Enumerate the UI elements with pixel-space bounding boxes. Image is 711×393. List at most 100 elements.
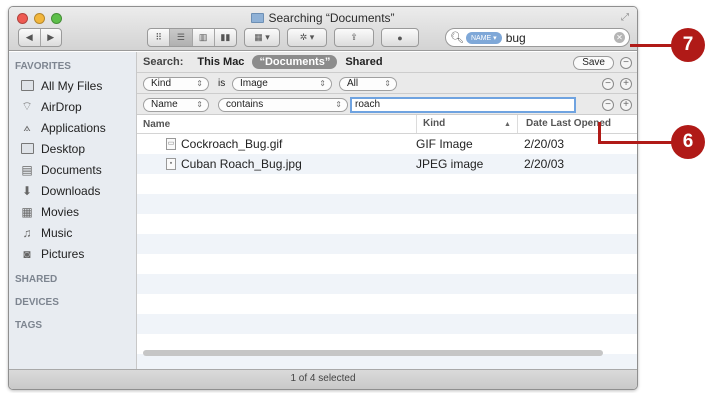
file-kind: JPEG image — [416, 157, 484, 171]
sidebar-item-label: Desktop — [41, 141, 86, 156]
sidebar-item-all-my-files[interactable]: All My Files — [9, 75, 136, 96]
share-button[interactable]: ⇪ — [334, 28, 374, 47]
popup-arrows-icon: ⇕ — [196, 79, 203, 88]
empty-row — [137, 254, 637, 274]
search-scope-label: Search: — [143, 56, 184, 68]
remove-rule-icon[interactable]: − — [602, 99, 614, 111]
forward-button[interactable]: ▶ — [41, 32, 62, 43]
search-token-name[interactable]: NAME ▾ — [466, 31, 502, 44]
sidebar-header-devices[interactable]: DEVICES — [9, 295, 136, 311]
search-scope-bar: Search: This Mac “Documents” Shared Save… — [137, 52, 637, 73]
table-row[interactable]: ▪ Cuban Roach_Bug.jpg JPEG image 2/20/03 — [137, 154, 637, 174]
callout-7-leader — [630, 44, 675, 47]
sidebar-item-airdrop[interactable]: ⌔ AirDrop — [9, 96, 136, 117]
music-icon: ♫ — [22, 225, 32, 240]
sidebar-item-movies[interactable]: ▦ Movies — [9, 201, 136, 222]
popup-arrows-icon: ⇕ — [335, 100, 342, 109]
search-icon: 🔍︎ — [450, 32, 464, 44]
sidebar-item-pictures[interactable]: ◙ Pictures — [9, 243, 136, 264]
add-rule-icon[interactable]: + — [620, 78, 632, 90]
rule-attribute-value: Name — [151, 99, 178, 110]
file-date: 2/20/03 — [524, 157, 565, 171]
add-rule-icon[interactable]: + — [620, 99, 632, 111]
desktop-icon — [20, 142, 34, 156]
scope-shared[interactable]: Shared — [345, 56, 382, 68]
column-headers: Name Kind ▲ Date Last Opened — [137, 115, 637, 134]
table-row[interactable]: ▭ Cockroach_Bug.gif GIF Image 2/20/03 — [137, 134, 637, 154]
search-rule-kind: Kind ⇕ is Image ⇕ All ⇕ − + — [137, 73, 637, 94]
rule-operator-popup[interactable]: contains ⇕ — [218, 98, 348, 112]
horizontal-scrollbar[interactable] — [143, 350, 603, 356]
scope-documents[interactable]: “Documents” — [252, 55, 338, 69]
rule-attribute-popup[interactable]: Kind ⇕ — [143, 77, 209, 91]
sidebar-item-label: Documents — [41, 162, 102, 177]
empty-row — [137, 314, 637, 334]
rule-scope-popup[interactable]: All ⇕ — [339, 77, 397, 91]
icon-view-button[interactable]: ⠿ — [148, 29, 171, 46]
sidebar-item-label: Downloads — [41, 183, 101, 198]
column-view-button[interactable]: ▥ — [193, 29, 215, 46]
title-bar: Searching “Documents” ⤢ ◀ ▶ ⠿ ☰ ▥ ▮▮ ▦ ▾… — [9, 7, 637, 51]
cover-flow-button[interactable]: ▮▮ — [215, 29, 236, 46]
empty-row — [137, 214, 637, 234]
movies-icon: ▦ — [21, 204, 33, 219]
finder-window: Searching “Documents” ⤢ ◀ ▶ ⠿ ☰ ▥ ▮▮ ▦ ▾… — [8, 6, 638, 390]
fullscreen-icon[interactable]: ⤢ — [621, 12, 629, 23]
search-field[interactable]: 🔍︎ NAME ▾ bug ✕ — [445, 28, 630, 47]
pictures-icon: ◙ — [23, 246, 31, 261]
sidebar-item-label: Music — [41, 225, 73, 240]
file-name: Cockroach_Bug.gif — [181, 137, 283, 151]
tags-button[interactable]: ● — [381, 28, 419, 47]
sidebar-item-music[interactable]: ♫ Music — [9, 222, 136, 243]
empty-row — [137, 294, 637, 314]
rule-value-popup[interactable]: Image ⇕ — [232, 77, 332, 91]
callout-6-badge: 6 — [671, 125, 705, 159]
file-date: 2/20/03 — [524, 137, 565, 151]
remove-rule-icon[interactable]: − — [602, 78, 614, 90]
sidebar-item-downloads[interactable]: ⬇ Downloads — [9, 180, 136, 201]
arrange-button[interactable]: ▦ ▾ — [244, 28, 280, 47]
list-view-button[interactable]: ☰ — [170, 29, 193, 46]
downloads-icon: ⬇ — [21, 183, 33, 198]
column-header-date-last-opened[interactable]: Date Last Opened — [517, 115, 611, 133]
sidebar-item-desktop[interactable]: Desktop — [9, 138, 136, 159]
clear-search-icon[interactable]: ✕ — [614, 32, 625, 43]
rule-scope-text: All — [347, 78, 359, 89]
sidebar-header-tags[interactable]: TAGS — [9, 318, 136, 334]
rule-attribute-popup[interactable]: Name ⇕ — [143, 98, 209, 112]
sidebar-header-shared[interactable]: SHARED — [9, 272, 136, 288]
folder-icon — [251, 13, 265, 23]
sidebar-item-label: Applications — [41, 120, 106, 135]
documents-icon: ▤ — [21, 162, 33, 177]
callout-6-leader-vertical — [598, 122, 601, 143]
sidebar-item-label: Pictures — [41, 246, 85, 261]
column-header-name[interactable]: Name — [143, 119, 170, 130]
scope-this-mac[interactable]: This Mac — [197, 56, 244, 68]
search-query[interactable]: bug — [506, 31, 614, 45]
back-button[interactable]: ◀ — [19, 32, 40, 43]
action-gear-button[interactable]: ✲ ▾ — [287, 28, 327, 47]
image-file-icon: ▪ — [166, 158, 176, 170]
rule-value-field[interactable]: roach — [350, 97, 576, 113]
sidebar-item-applications[interactable]: ⟑ Applications — [9, 117, 136, 138]
rule-value-text: Image — [240, 78, 268, 89]
all-files-icon — [20, 79, 34, 93]
column-header-kind[interactable]: Kind — [416, 115, 445, 133]
sidebar-item-documents[interactable]: ▤ Documents — [9, 159, 136, 180]
popup-arrows-icon: ⇕ — [319, 79, 326, 88]
empty-row — [137, 194, 637, 214]
sidebar-header-favorites: FAVORITES — [15, 61, 71, 72]
sidebar-item-label: Movies — [41, 204, 80, 219]
sidebar-item-label: All My Files — [41, 78, 103, 93]
view-mode-control: ⠿ ☰ ▥ ▮▮ — [147, 28, 237, 47]
status-bar: 1 of 4 selected — [9, 369, 637, 389]
empty-row — [137, 174, 637, 194]
search-results-pane: Search: This Mac “Documents” Shared Save… — [137, 52, 637, 378]
empty-row — [137, 274, 637, 294]
window-title-text: Searching “Documents” — [268, 11, 395, 25]
save-search-button[interactable]: Save — [573, 56, 614, 70]
callout-6-leader-horizontal — [598, 141, 674, 144]
search-rule-name: Name ⇕ contains ⇕ roach − + — [137, 94, 637, 115]
remove-scope-icon[interactable]: − — [620, 57, 632, 69]
rule-operator-text: contains — [226, 99, 264, 110]
